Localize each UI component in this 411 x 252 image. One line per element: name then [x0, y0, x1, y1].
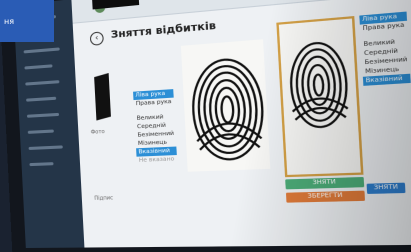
sidebar-item[interactable]	[25, 80, 60, 86]
signature-label: Підпис	[94, 195, 114, 202]
fingerprint-right[interactable]	[276, 16, 364, 178]
option-index-r[interactable]: Вказівний	[362, 73, 411, 86]
monitor: ‹ Зняття відбитків Фото Підпис Ліва рука…	[0, 0, 411, 252]
overlay-badge: ня	[0, 0, 54, 42]
sidebar-item[interactable]	[24, 64, 53, 70]
sidebar-item[interactable]	[23, 47, 60, 54]
save-button[interactable]: ЗБЕРЕГТИ	[285, 190, 366, 203]
upload-button[interactable]: ЗНЯТИ	[366, 182, 406, 194]
photo-label: Фото	[90, 128, 105, 136]
sidebar-item[interactable]	[26, 112, 60, 118]
right-hand-options: Ліва рука Права рука Великий Середній Бе…	[359, 11, 411, 86]
back-button[interactable]: ‹	[89, 31, 104, 46]
left-hand-options: Ліва рука Права рука Великий Середній Бе…	[133, 89, 178, 165]
sidebar-item[interactable]	[27, 129, 54, 134]
option-right-hand[interactable]: Права рука	[133, 98, 174, 109]
page-title: Зняття відбитків	[110, 20, 217, 42]
redacted-bar	[92, 0, 140, 10]
page-content: ‹ Зняття відбитків Фото Підпис Ліва рука…	[72, 0, 411, 248]
redacted-photo	[94, 73, 111, 121]
fingerprint-left-image	[181, 39, 270, 171]
option-unspecified[interactable]: Не вказано	[137, 155, 178, 165]
sidebar-item[interactable]	[28, 145, 63, 151]
overlay-text: ня	[4, 17, 15, 26]
sidebar-item[interactable]	[29, 162, 54, 167]
screen: ‹ Зняття відбитків Фото Підпис Ліва рука…	[13, 0, 411, 249]
sidebar-item[interactable]	[26, 96, 57, 102]
fingerprint-right-image	[279, 18, 361, 174]
capture-button[interactable]: ЗНЯТИ	[285, 176, 365, 190]
fingerprint-left	[180, 39, 271, 172]
